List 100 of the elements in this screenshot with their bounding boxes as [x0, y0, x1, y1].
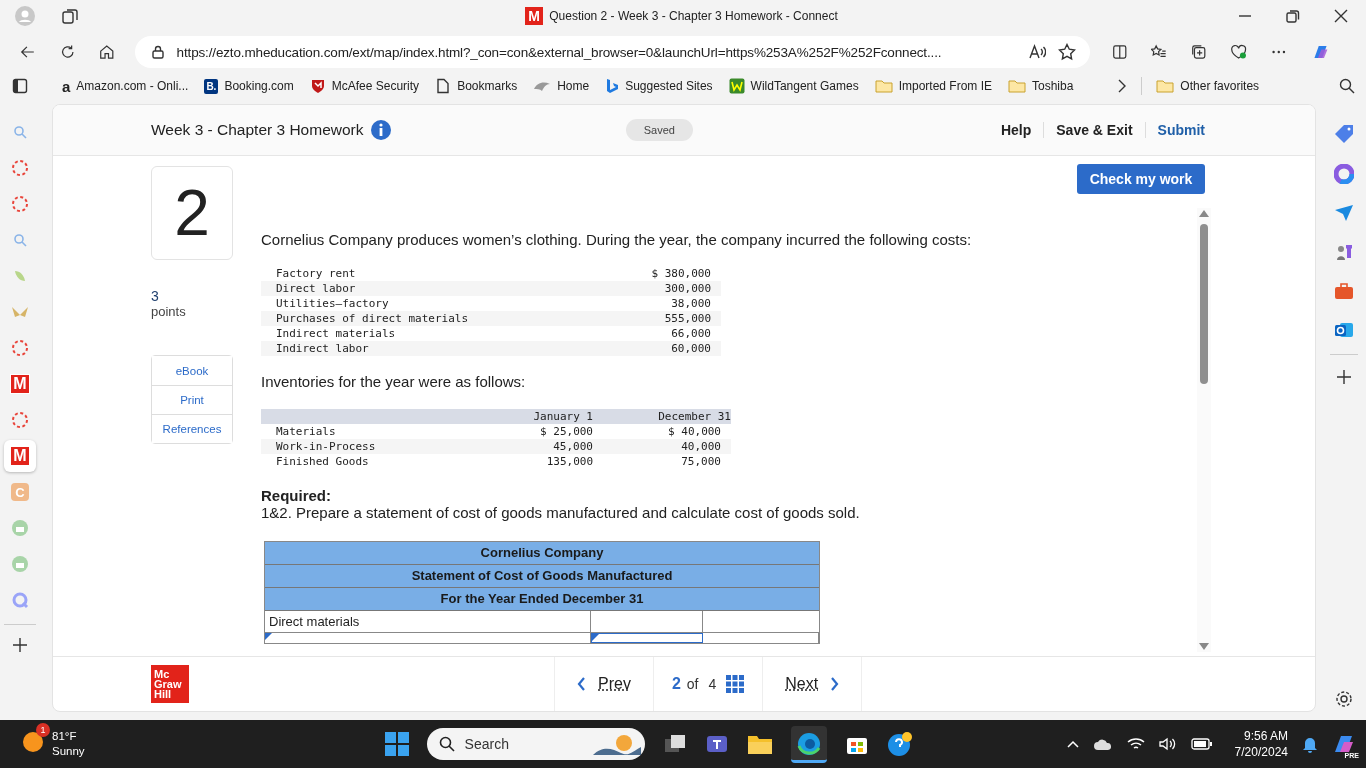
selected-tab-highlight[interactable]: M	[4, 440, 36, 472]
health-icon[interactable]	[1230, 43, 1248, 61]
header-link[interactable]: Help	[988, 122, 1044, 138]
browser-icon	[796, 731, 821, 756]
microsoft-365-icon[interactable]	[1334, 164, 1354, 184]
read-aloud-icon[interactable]	[1027, 44, 1046, 60]
table-cell-text: $ 25,000	[539, 425, 594, 438]
help-app-icon[interactable]	[886, 731, 913, 757]
back-icon[interactable]	[20, 43, 36, 61]
chess-pieces-icon[interactable]	[1334, 242, 1354, 262]
scroll-down-icon[interactable]	[1199, 642, 1209, 650]
dashed-ring-icon[interactable]	[11, 195, 29, 213]
bookmark-item[interactable]: B. Booking.com	[204, 78, 294, 94]
dashed-ring-icon[interactable]	[11, 411, 29, 429]
column-header: January 1	[532, 410, 594, 423]
question-text: Cornelius Company produces women’s clothing. During the year, the company incurred the following costs:	[261, 230, 973, 250]
settings-icon[interactable]	[1335, 690, 1353, 708]
collections-icon[interactable]	[1190, 43, 1207, 61]
bookmark-item[interactable]: WildTangent Games	[728, 78, 859, 94]
start-icon[interactable]	[384, 732, 409, 756]
table-cell-text: Factory rent	[276, 267, 357, 280]
sun-icon	[22, 731, 44, 753]
bookmark-item[interactable]: Other favorites	[1156, 79, 1260, 93]
scrollbar-thumb[interactable]	[1200, 224, 1208, 384]
info-icon[interactable]	[369, 119, 392, 141]
clock[interactable]: 9:56 AM 7/20/2024	[1234, 728, 1288, 760]
home-icon[interactable]	[99, 43, 115, 61]
page-total: 4	[708, 676, 717, 692]
search-field[interactable]: Search	[426, 728, 645, 760]
folder-icon[interactable]	[746, 733, 773, 755]
check-my-work-button[interactable]: Check my work	[1077, 164, 1205, 194]
bookmark-item[interactable]: McAfee Security	[309, 78, 420, 94]
chevron-right-icon[interactable]	[1117, 79, 1128, 93]
scroll-up-icon[interactable]	[1199, 210, 1209, 218]
dropdown-field[interactable]	[591, 633, 703, 643]
header-link[interactable]: Submit	[1144, 122, 1205, 138]
saved-badge: Saved	[625, 119, 693, 141]
tabs-icon[interactable]	[61, 7, 79, 25]
bookmark-item[interactable]: Toshiba	[1008, 79, 1074, 93]
weather-widget[interactable]: 1 81°F Sunny	[22, 720, 85, 768]
next-link[interactable]: Next	[762, 657, 863, 711]
paper-plane-icon[interactable]	[1334, 204, 1354, 222]
notification-badge: 1	[36, 723, 50, 737]
bookmark-item[interactable]: Suggested Sites	[605, 78, 713, 94]
table-cell-text: Materials	[276, 425, 337, 438]
bookmark-item[interactable]: Imported From IE	[874, 79, 992, 93]
table-cell: 60,000	[671, 342, 711, 355]
refresh-icon[interactable]	[59, 43, 76, 61]
lock-icon	[150, 45, 165, 59]
row-label: Direct materials	[265, 611, 591, 632]
statement-heading: Statement of Cost of Goods Manufactured	[265, 565, 819, 588]
points-label: points	[151, 304, 187, 319]
chevron-right-icon	[830, 677, 840, 691]
site-logo[interactable]: M	[10, 374, 30, 394]
battery-icon[interactable]	[1190, 738, 1213, 750]
booking-logo: B.	[204, 78, 219, 94]
previous-link[interactable]: Prev	[554, 657, 654, 711]
restore-icon[interactable]	[1286, 9, 1300, 23]
bookmark-item[interactable]: a Amazon.com - Onli...	[62, 78, 189, 94]
instruction-text: 1&2. Prepare a statement of cost of goods manufactured and calculate cost of goods sold.	[261, 504, 861, 521]
table-cell: 300,000	[664, 282, 711, 295]
notification-bell-icon[interactable]	[1302, 735, 1318, 753]
site-logo: M	[525, 7, 544, 25]
table-cell-text: 45,000	[552, 440, 594, 453]
edge-taskbar-button[interactable]	[790, 725, 827, 763]
address-field[interactable]: https://ezto.mheducation.com/ext/map/index.html?_con=con&external_browser=0&launchUrl=https%253A%252F%252Fconnect....	[134, 36, 1090, 68]
table-cell-text: 75,000	[680, 455, 722, 468]
bookmark-item[interactable]: Bookmarks	[435, 78, 518, 94]
volume-icon[interactable]	[1158, 737, 1177, 751]
outlook-icon[interactable]	[1334, 320, 1354, 340]
add-icon[interactable]	[1336, 369, 1352, 385]
split-screen-icon[interactable]	[1111, 43, 1128, 61]
required-heading: Required:	[261, 487, 332, 504]
dashed-ring-icon[interactable]	[11, 339, 29, 357]
tag-icon[interactable]	[1334, 124, 1354, 144]
site-logo[interactable]: M	[10, 446, 30, 466]
dashed-ring-icon[interactable]	[11, 159, 29, 177]
cloud-icon[interactable]	[1092, 737, 1113, 751]
bookmark-item[interactable]: Home	[533, 79, 590, 93]
table-cell-text: Finished Goods	[276, 455, 370, 468]
column-header: December 31	[657, 410, 731, 423]
assignment-title: Week 3 - Chapter 3 Homework	[151, 121, 364, 139]
copilot-icon[interactable]	[1332, 733, 1356, 755]
resource-button[interactable]: References	[152, 414, 232, 443]
scrollbar[interactable]	[1197, 208, 1211, 652]
url-text: https://ezto.mheducation.com/ext/map/index.html?_con=con&external_browser=0&launchUrl=https%253A%252F%252Fconnect....	[176, 44, 943, 60]
header-link[interactable]: Save & Exit	[1043, 122, 1145, 138]
search-icon[interactable]	[1338, 77, 1356, 95]
table-cell: 66,000	[671, 327, 711, 340]
dropdown-field[interactable]	[265, 633, 591, 643]
wifi-icon[interactable]	[1126, 737, 1145, 751]
page-of-label: of	[686, 676, 699, 692]
toolbox-icon[interactable]	[1334, 282, 1354, 300]
close-icon[interactable]	[1334, 9, 1348, 23]
table-cell: 38,000	[671, 297, 711, 310]
add-icon[interactable]	[12, 637, 28, 653]
chevron-up-icon[interactable]	[1066, 740, 1079, 748]
sidebar-toggle-icon[interactable]	[12, 78, 28, 94]
favorite-star-icon[interactable]	[1057, 43, 1076, 61]
grid-icon[interactable]	[726, 675, 745, 693]
